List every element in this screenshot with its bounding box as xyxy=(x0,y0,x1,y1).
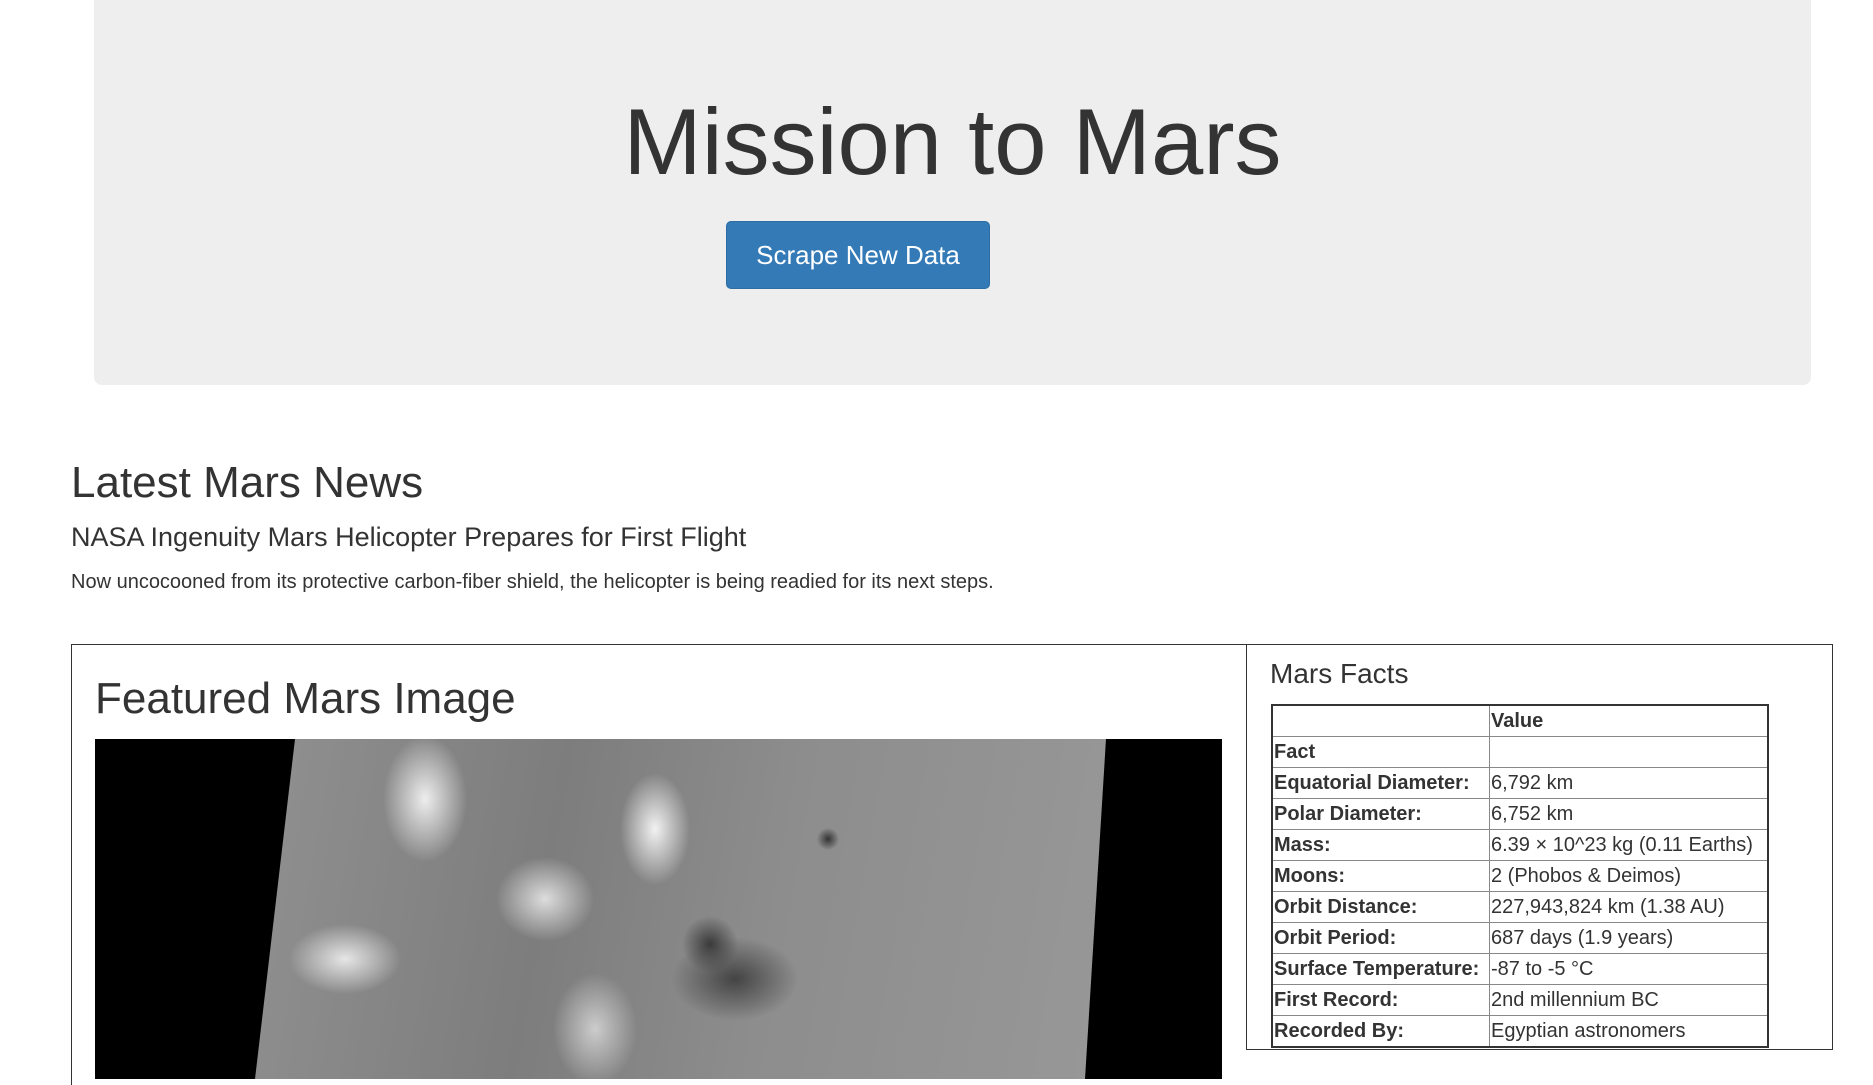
fact-value: -87 to -5 °C xyxy=(1489,953,1769,985)
fact-label: Orbit Period: xyxy=(1271,922,1490,954)
table-row: Moons: 2 (Phobos & Deimos) xyxy=(1271,860,1769,892)
featured-image-title: Featured Mars Image xyxy=(95,674,516,723)
fact-label: Surface Temperature: xyxy=(1271,953,1490,985)
fact-label: Moons: xyxy=(1271,860,1490,892)
table-row: Orbit Period: 687 days (1.9 years) xyxy=(1271,922,1769,954)
fact-value: 227,943,824 km (1.38 AU) xyxy=(1489,891,1769,923)
fact-value: 6,752 km xyxy=(1489,798,1769,830)
news-section-title: Latest Mars News xyxy=(71,458,424,507)
table-row: Recorded By: Egyptian astronomers xyxy=(1271,1015,1769,1048)
table-row: Polar Diameter: 6,752 km xyxy=(1271,798,1769,830)
index-blank xyxy=(1489,736,1769,768)
fact-value: 687 days (1.9 years) xyxy=(1489,922,1769,954)
fact-value: 2 (Phobos & Deimos) xyxy=(1489,860,1769,892)
table-row: First Record: 2nd millennium BC xyxy=(1271,984,1769,1016)
fact-label: Mass: xyxy=(1271,829,1490,861)
table-row: Surface Temperature: -87 to -5 °C xyxy=(1271,953,1769,985)
fact-label: Orbit Distance: xyxy=(1271,891,1490,923)
fact-label: First Record: xyxy=(1271,984,1490,1016)
news-teaser: Now uncocooned from its protective carbo… xyxy=(71,571,994,593)
jumbotron: Mission to Mars xyxy=(94,0,1811,385)
table-row: Mass: 6.39 × 10^23 kg (0.11 Earths) xyxy=(1271,829,1769,861)
fact-value: 6,792 km xyxy=(1489,767,1769,799)
fact-value: 6.39 × 10^23 kg (0.11 Earths) xyxy=(1489,829,1769,861)
index-label: Fact xyxy=(1271,736,1490,768)
mars-facts-title: Mars Facts xyxy=(1270,658,1409,689)
table-header-row: Value xyxy=(1271,704,1769,737)
fact-value: 2nd millennium BC xyxy=(1489,984,1769,1016)
header-value: Value xyxy=(1489,704,1769,737)
scrape-new-data-button[interactable]: Scrape New Data xyxy=(726,221,990,289)
fact-label: Equatorial Diameter: xyxy=(1271,767,1490,799)
fact-label: Polar Diameter: xyxy=(1271,798,1490,830)
table-row: Orbit Distance: 227,943,824 km (1.38 AU) xyxy=(1271,891,1769,923)
page-title: Mission to Mars xyxy=(623,89,1282,194)
featured-mars-image xyxy=(95,739,1222,1079)
fact-label: Recorded By: xyxy=(1271,1015,1490,1048)
news-headline: NASA Ingenuity Mars Helicopter Prepares … xyxy=(71,522,747,552)
header-blank xyxy=(1271,704,1490,737)
table-index-row: Fact xyxy=(1271,736,1769,768)
table-row: Equatorial Diameter: 6,792 km xyxy=(1271,767,1769,799)
mars-terrain xyxy=(255,739,1106,1079)
mars-facts-table: Value Fact Equatorial Diameter: 6,792 km P… xyxy=(1271,704,1769,1048)
fact-value: Egyptian astronomers xyxy=(1489,1015,1769,1048)
